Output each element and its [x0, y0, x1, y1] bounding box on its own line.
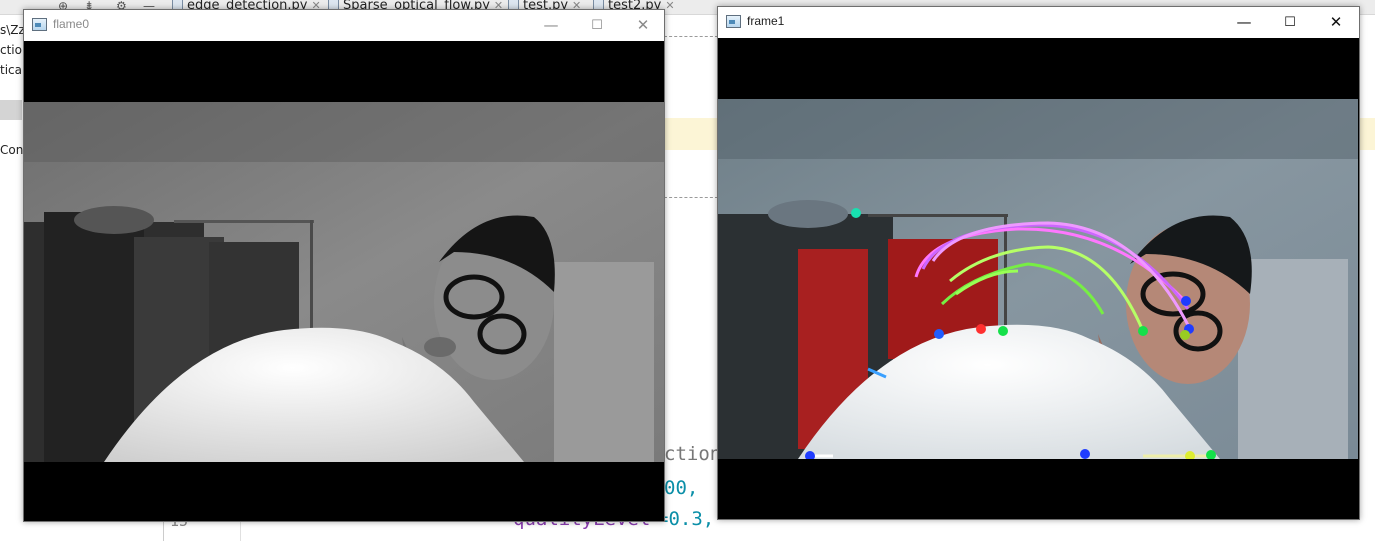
project-item[interactable]: Con [0, 143, 23, 157]
code-separator [664, 36, 718, 37]
minimize-button[interactable]: — [528, 10, 574, 40]
gutter-border [163, 521, 164, 541]
window-frame1[interactable]: frame1 — ☐ ✕ [717, 6, 1360, 520]
tracked-point [976, 324, 986, 334]
tracked-point [934, 329, 944, 339]
window-app-icon [32, 18, 47, 31]
tracked-point [1181, 296, 1191, 306]
gutter-border [240, 521, 241, 541]
close-button[interactable]: ✕ [620, 10, 666, 40]
video-frame-grayscale [24, 41, 664, 521]
code-fragment: ction [664, 443, 722, 465]
window-flame0[interactable]: flame0 — ☐ ✕ [23, 9, 665, 522]
current-line-highlight [1360, 118, 1375, 150]
code-fragment: 00, [664, 477, 699, 499]
maximize-button[interactable]: ☐ [574, 10, 620, 40]
project-path-text: s\Zz [0, 23, 25, 37]
tracked-point [998, 326, 1008, 336]
window-titlebar[interactable]: frame1 — ☐ ✕ [718, 7, 1359, 37]
optical-flow-camera-image [718, 99, 1358, 459]
window-titlebar[interactable]: flame0 — ☐ ✕ [24, 10, 664, 40]
video-frame-optical-flow [718, 38, 1359, 519]
window-title: frame1 [747, 14, 785, 28]
code-value: =0.3, [657, 508, 715, 530]
project-item[interactable]: ctio [0, 43, 22, 57]
project-selection-highlight [0, 100, 22, 120]
tracked-point [1180, 330, 1190, 340]
window-app-icon [726, 15, 741, 28]
maximize-button[interactable]: ☐ [1267, 7, 1313, 37]
tracked-point [1138, 326, 1148, 336]
current-line-highlight [664, 118, 718, 150]
tracked-point [851, 208, 861, 218]
code-separator [664, 197, 718, 198]
grayscale-camera-image [24, 102, 664, 462]
close-icon[interactable]: ✕ [665, 0, 674, 12]
close-button[interactable]: ✕ [1313, 7, 1359, 37]
window-title: flame0 [53, 17, 90, 31]
minimize-button[interactable]: — [1221, 7, 1267, 37]
tracked-point [1080, 449, 1090, 459]
project-panel [0, 15, 22, 541]
